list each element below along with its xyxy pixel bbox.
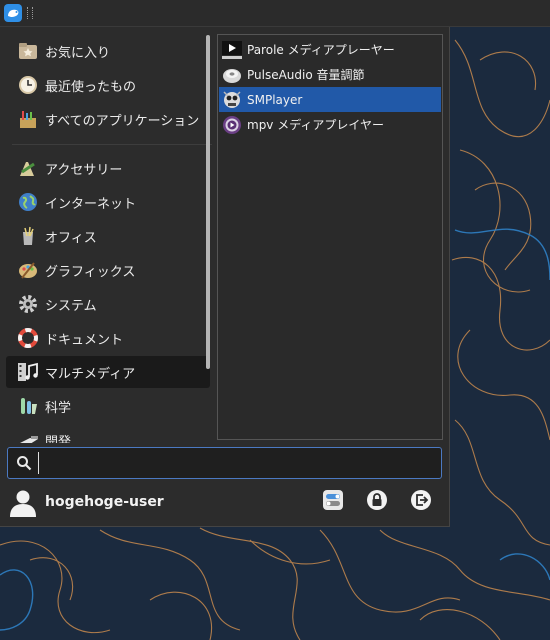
settings-toggle-icon — [322, 489, 344, 515]
system-gear-icon — [17, 293, 39, 315]
logout-icon — [410, 489, 432, 515]
internet-globe-icon — [17, 191, 39, 213]
favorites-folder-icon — [17, 40, 39, 62]
app-label: PulseAudio 音量調節 — [247, 68, 365, 82]
username: hogehoge-user — [45, 494, 164, 510]
all-applications-icon — [17, 108, 39, 130]
development-trowel-icon — [17, 429, 39, 443]
category-label: インターネット — [45, 196, 137, 212]
user-avatar-icon — [8, 488, 38, 518]
multimedia-icon — [17, 361, 39, 383]
category-label: すべてのアプリケーション — [45, 113, 200, 129]
help-lifebuoy-icon — [17, 327, 39, 349]
app-parole[interactable]: Parole メディアプレーヤー — [219, 37, 441, 62]
xfce-mouse-logo-icon — [8, 9, 19, 17]
search-input[interactable] — [38, 452, 439, 474]
search-box — [7, 447, 442, 479]
category-science[interactable]: 科学 — [6, 390, 210, 422]
category-label: マルチメディア — [45, 366, 136, 382]
category-accessories[interactable]: アクセサリー — [6, 152, 210, 184]
parole-play-icon — [222, 40, 242, 60]
category-scrollbar[interactable] — [206, 35, 210, 369]
app-mpv[interactable]: mpv メディアプレイヤー — [219, 112, 441, 137]
category-list: お気に入り 最近使ったもの すべてのアプリケーション アクセサリー インターネッ… — [6, 33, 212, 443]
category-all-applications[interactable]: すべてのアプリケーション — [6, 103, 210, 135]
lock-icon — [366, 489, 388, 515]
category-label: 最近使ったもの — [45, 79, 137, 95]
smplayer-icon — [222, 90, 242, 110]
category-internet[interactable]: インターネット — [6, 186, 210, 218]
category-label: アクセサリー — [45, 162, 123, 178]
application-list: Parole メディアプレーヤー PulseAudio 音量調節 SMPlaye… — [217, 34, 443, 440]
category-label: オフィス — [45, 230, 97, 246]
panel-handle[interactable] — [27, 7, 33, 19]
category-label: システム — [45, 298, 97, 314]
category-label: 科学 — [45, 400, 72, 416]
category-graphics[interactable]: グラフィックス — [6, 254, 210, 286]
mpv-icon — [222, 115, 242, 135]
recent-clock-icon — [17, 74, 39, 96]
accessories-icon — [17, 157, 39, 179]
app-smplayer[interactable]: SMPlayer — [219, 87, 441, 112]
category-documents[interactable]: ドキュメント — [6, 322, 210, 354]
app-pulseaudio[interactable]: PulseAudio 音量調節 — [219, 62, 441, 87]
top-panel — [0, 0, 550, 27]
lock-screen-button[interactable] — [365, 490, 389, 514]
whisker-menu-button[interactable] — [4, 4, 22, 22]
category-development[interactable]: 開発 — [6, 424, 210, 443]
user-bar: hogehoge-user — [0, 485, 449, 525]
category-separator — [12, 144, 212, 145]
search-icon — [16, 455, 32, 471]
science-flask-icon — [17, 395, 39, 417]
settings-button[interactable] — [321, 490, 345, 514]
category-multimedia[interactable]: マルチメディア — [6, 356, 210, 388]
category-label: グラフィックス — [45, 264, 136, 280]
pulseaudio-speaker-icon — [222, 65, 242, 85]
app-label: mpv メディアプレイヤー — [247, 118, 385, 132]
app-label: Parole メディアプレーヤー — [247, 43, 395, 57]
category-label: ドキュメント — [45, 332, 124, 348]
category-system[interactable]: システム — [6, 288, 210, 320]
category-label: 開発 — [45, 434, 72, 444]
office-icon — [17, 225, 39, 247]
category-recent[interactable]: 最近使ったもの — [6, 69, 210, 101]
graphics-palette-icon — [17, 259, 39, 281]
category-label: お気に入り — [45, 45, 111, 61]
log-out-button[interactable] — [409, 490, 433, 514]
category-office[interactable]: オフィス — [6, 220, 210, 252]
category-favorites[interactable]: お気に入り — [6, 35, 210, 67]
app-label: SMPlayer — [247, 92, 303, 107]
whisker-menu: お気に入り 最近使ったもの すべてのアプリケーション アクセサリー インターネッ… — [0, 27, 450, 527]
